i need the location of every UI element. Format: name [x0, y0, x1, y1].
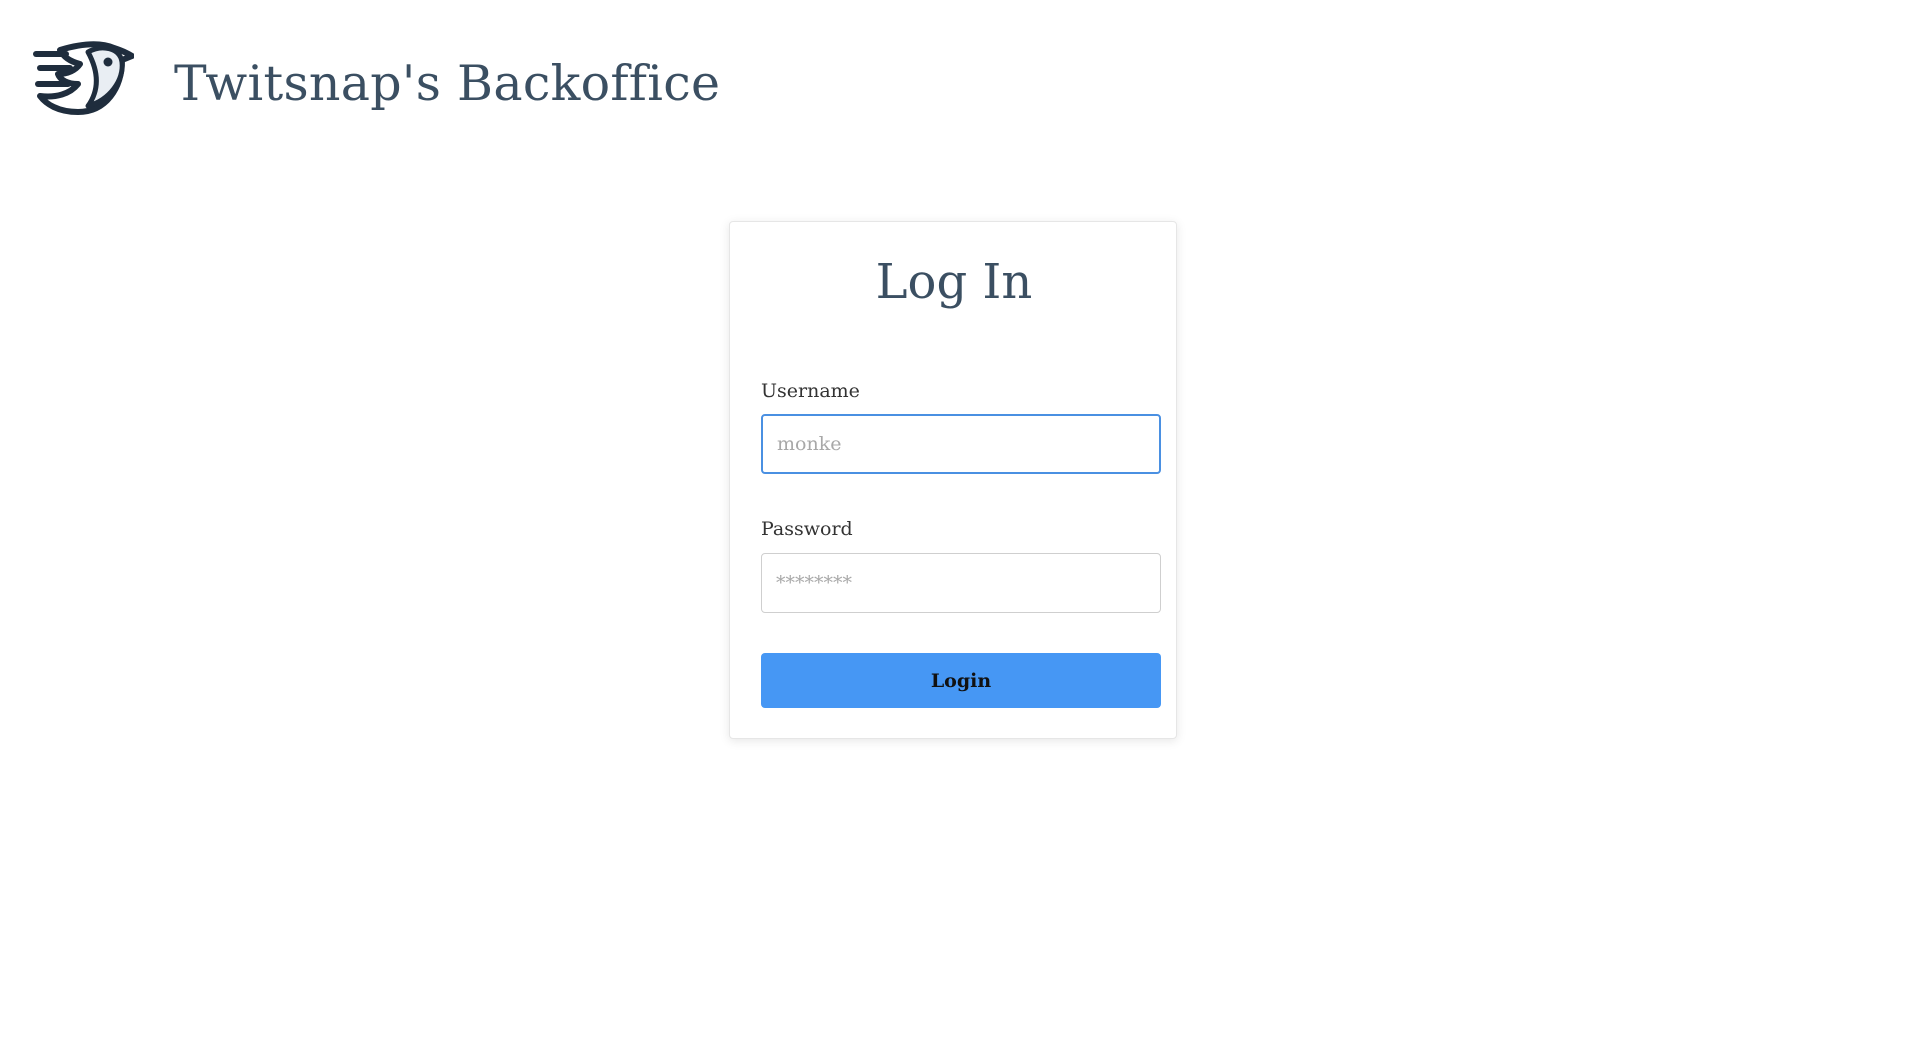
login-title: Log In	[875, 254, 1033, 310]
login-card: Log In Username Password Login	[729, 221, 1177, 739]
login-button[interactable]: Login	[761, 653, 1161, 708]
app-title: Twitsnap's Backoffice	[174, 55, 721, 112]
username-label: Username	[761, 380, 860, 402]
password-input[interactable]	[761, 553, 1161, 613]
username-input[interactable]	[761, 414, 1161, 474]
password-label: Password	[761, 518, 853, 540]
app-header: Twitsnap's Backoffice	[0, 0, 1906, 160]
logo[interactable]	[30, 40, 134, 146]
bird-logo-icon	[30, 40, 134, 120]
